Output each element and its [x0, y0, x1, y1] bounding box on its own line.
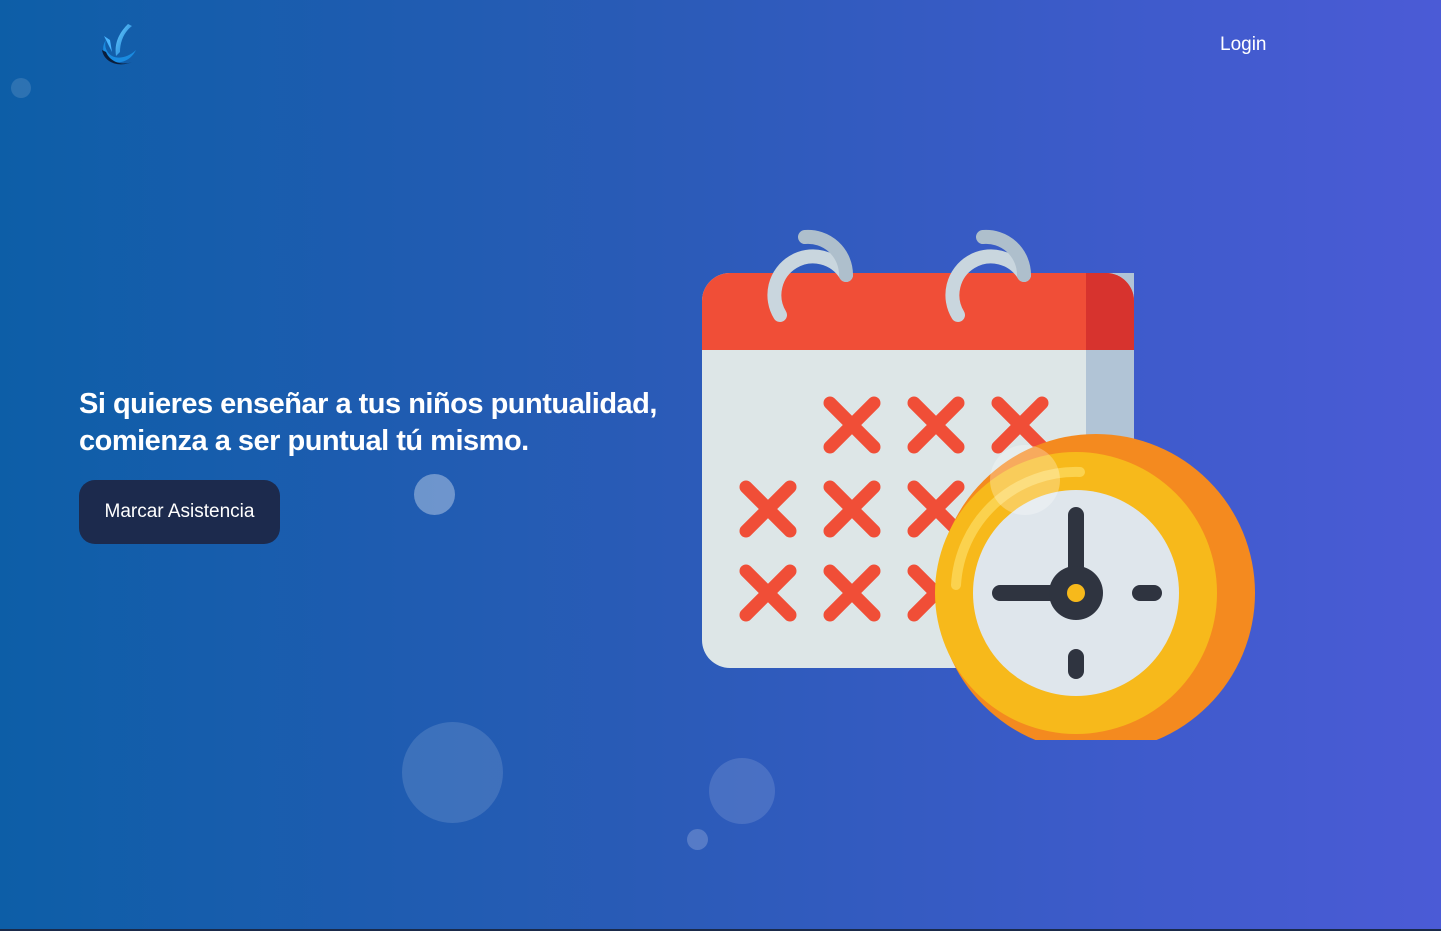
hero-quote: Si quieres enseñar a tus niños puntualid…: [79, 386, 699, 460]
brand-logo-icon[interactable]: [98, 22, 138, 68]
login-link[interactable]: Login: [1220, 34, 1267, 56]
decorative-bubble: [709, 758, 775, 824]
decorative-bubble: [687, 829, 708, 850]
decorative-bubble: [414, 474, 455, 515]
hero-quote-line-2: comienza a ser puntual tú mismo.: [79, 425, 529, 457]
decorative-bubble: [402, 722, 503, 823]
mark-attendance-button[interactable]: Marcar Asistencia: [79, 480, 280, 544]
calendar-clock-icon: [700, 225, 1260, 752]
decorative-bubble: [11, 78, 31, 98]
hero-quote-line-1: Si quieres enseñar a tus niños puntualid…: [79, 388, 657, 420]
